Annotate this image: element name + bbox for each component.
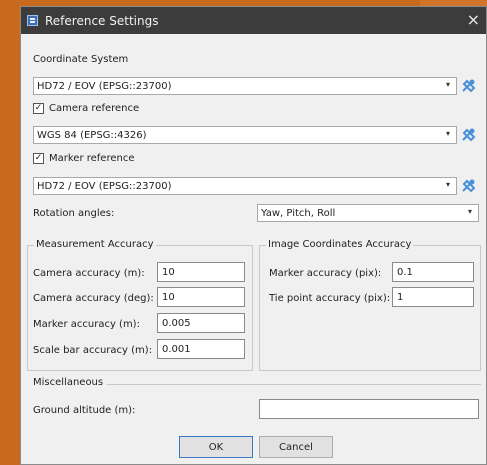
marker-accuracy-pix-label: Marker accuracy (pix): xyxy=(269,268,382,279)
coordinate-system-combo[interactable]: HD72 / EOV (EPSG::23700) ▾ xyxy=(33,77,457,95)
marker-accuracy-pix-input[interactable]: 0.1 xyxy=(392,262,474,282)
coordinate-system-label: Coordinate System xyxy=(33,54,129,65)
chevron-down-icon: ▾ xyxy=(445,180,450,189)
ok-button[interactable]: OK xyxy=(179,436,253,458)
ground-altitude-input[interactable] xyxy=(259,399,479,419)
camera-reference-value: WGS 84 (EPSG::4326) xyxy=(37,129,147,141)
rotation-angles-combo[interactable]: Yaw, Pitch, Roll ▾ xyxy=(257,204,479,222)
miscellaneous-title: Miscellaneous xyxy=(33,377,104,388)
check-icon: ✓ xyxy=(33,153,44,164)
measurement-accuracy-title: Measurement Accuracy xyxy=(34,239,156,250)
reference-settings-icon xyxy=(27,15,38,26)
tie-point-accuracy-label: Tie point accuracy (pix): xyxy=(269,293,391,304)
rotation-angles-value: Yaw, Pitch, Roll xyxy=(261,207,336,219)
tie-point-accuracy-input[interactable]: 1 xyxy=(392,287,474,307)
image-coordinates-accuracy-title: Image Coordinates Accuracy xyxy=(266,239,414,250)
rotation-angles-label: Rotation angles: xyxy=(33,208,115,219)
chevron-down-icon: ▾ xyxy=(445,80,450,89)
camera-accuracy-deg-label: Camera accuracy (deg): xyxy=(33,293,154,304)
marker-accuracy-m-input[interactable]: 0.005 xyxy=(157,313,245,333)
title-bar[interactable]: Reference Settings × xyxy=(21,7,486,34)
close-icon[interactable]: × xyxy=(467,10,480,30)
marker-accuracy-m-label: Marker accuracy (m): xyxy=(33,319,140,330)
camera-accuracy-m-label: Camera accuracy (m): xyxy=(33,268,145,279)
coordinate-system-value: HD72 / EOV (EPSG::23700) xyxy=(37,80,172,92)
marker-reference-label: Marker reference xyxy=(49,153,135,164)
ground-altitude-label: Ground altitude (m): xyxy=(33,405,136,416)
coordinate-system-settings-icon[interactable] xyxy=(460,77,478,95)
marker-reference-combo[interactable]: HD72 / EOV (EPSG::23700) ▾ xyxy=(33,177,457,195)
scale-bar-accuracy-input[interactable]: 0.001 xyxy=(157,339,245,359)
marker-reference-checkbox[interactable]: ✓ Marker reference xyxy=(33,153,135,164)
scale-bar-accuracy-label: Scale bar accuracy (m): xyxy=(33,345,153,356)
camera-reference-combo[interactable]: WGS 84 (EPSG::4326) ▾ xyxy=(33,126,457,144)
cancel-button[interactable]: Cancel xyxy=(259,436,333,458)
chevron-down-icon: ▾ xyxy=(445,129,450,138)
marker-reference-value: HD72 / EOV (EPSG::23700) xyxy=(37,180,172,192)
dialog-title: Reference Settings xyxy=(45,13,159,28)
camera-reference-checkbox[interactable]: ✓ Camera reference xyxy=(33,103,139,114)
camera-accuracy-m-input[interactable]: 10 xyxy=(157,262,245,282)
camera-reference-label: Camera reference xyxy=(49,103,140,114)
marker-reference-settings-icon[interactable] xyxy=(460,177,478,195)
check-icon: ✓ xyxy=(33,103,44,114)
chevron-down-icon: ▾ xyxy=(467,207,472,216)
miscellaneous-divider xyxy=(107,384,481,385)
camera-reference-settings-icon[interactable] xyxy=(460,126,478,144)
camera-accuracy-deg-input[interactable]: 10 xyxy=(157,287,245,307)
reference-settings-dialog: Reference Settings × Coordinate System H… xyxy=(20,6,487,465)
